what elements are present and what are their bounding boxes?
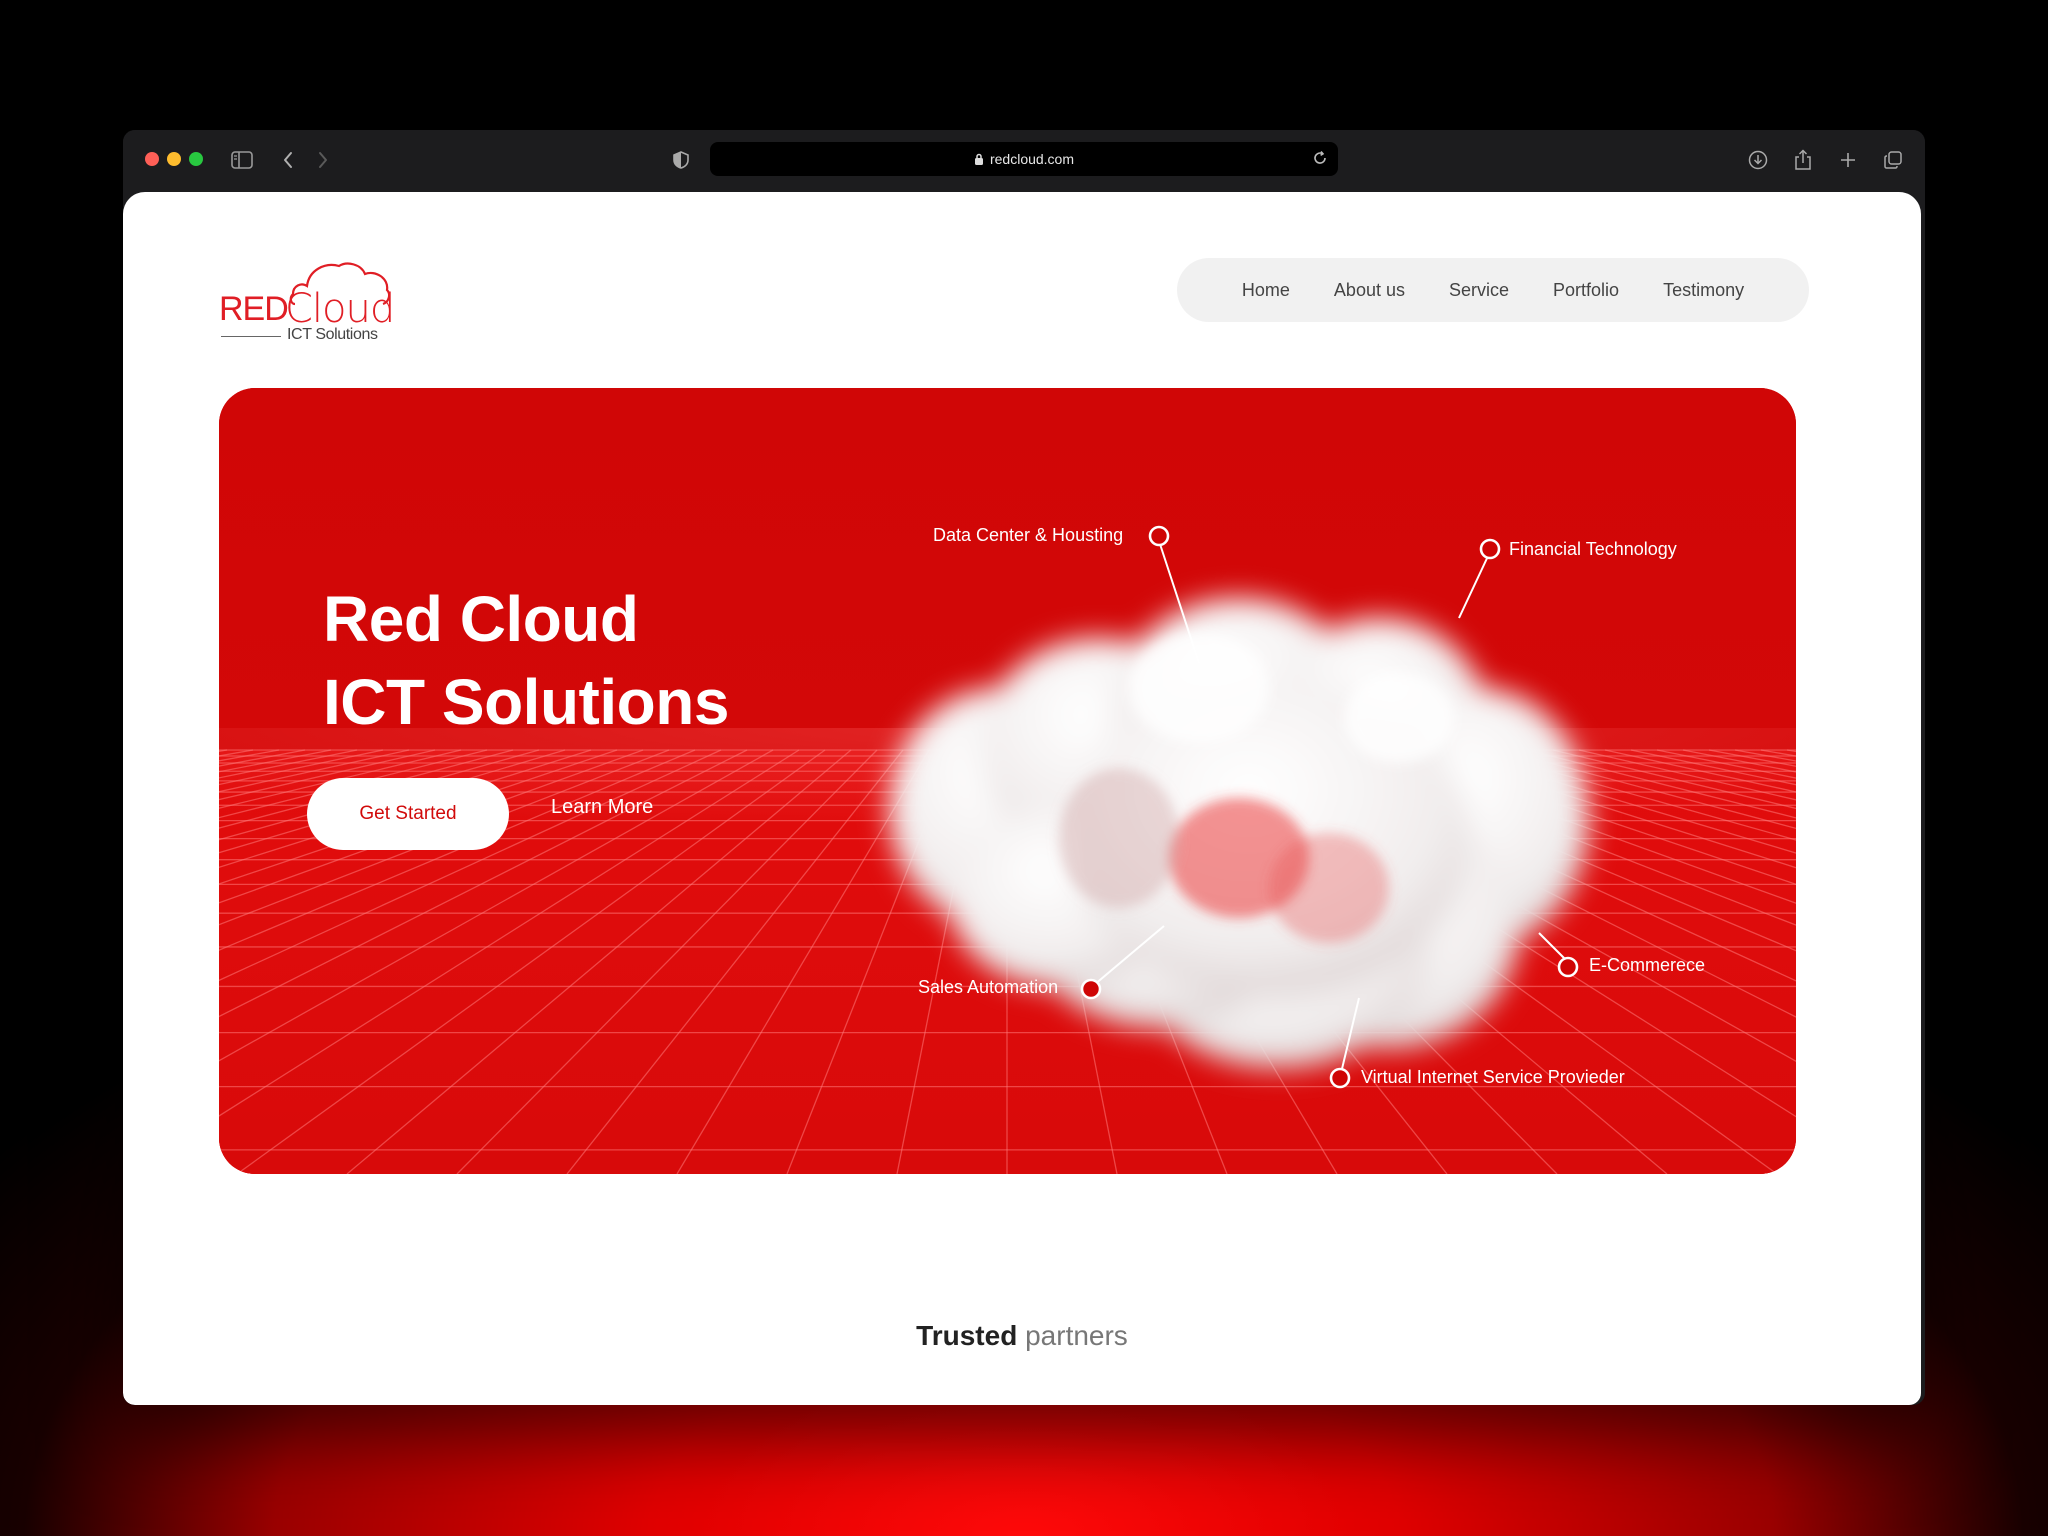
nav-testimony[interactable]: Testimony [1663, 280, 1744, 301]
sidebar-toggle-icon[interactable] [230, 148, 254, 172]
nav-home[interactable]: Home [1242, 280, 1290, 301]
web-page: RED Cloud ICT Solutions Home About us Se… [123, 192, 1921, 1405]
service-node-icon[interactable] [1080, 978, 1102, 1000]
minimize-window-button[interactable] [167, 152, 181, 166]
reload-icon[interactable] [1312, 150, 1328, 169]
privacy-shield-icon[interactable] [669, 148, 693, 172]
logo[interactable]: RED Cloud ICT Solutions [219, 260, 419, 350]
partners-heading-light: partners [1025, 1320, 1128, 1351]
logo-subtitle: ICT Solutions [287, 326, 378, 343]
browser-window: redcloud.com RED Cloud ICT Solutions Hom… [123, 130, 1925, 1405]
logo-divider [221, 336, 281, 337]
lock-icon [974, 153, 984, 166]
logo-word-red: RED [219, 290, 289, 328]
service-label-sales-automation[interactable]: Sales Automation [918, 977, 1058, 998]
forward-icon[interactable] [311, 148, 335, 172]
nav-portfolio[interactable]: Portfolio [1553, 280, 1619, 301]
zoom-window-button[interactable] [189, 152, 203, 166]
tab-overview-icon[interactable] [1881, 148, 1905, 172]
nav-about-us[interactable]: About us [1334, 280, 1405, 301]
service-label-e-commerce[interactable]: E-Commerece [1589, 955, 1705, 976]
service-node-icon[interactable] [1148, 525, 1170, 547]
partners-heading-bold: Trusted [916, 1320, 1018, 1351]
trusted-partners-heading: Trusted partners [123, 1320, 1921, 1352]
service-node-icon[interactable] [1329, 1067, 1351, 1089]
service-label-fintech[interactable]: Financial Technology [1509, 539, 1677, 560]
browser-toolbar: redcloud.com [123, 130, 1925, 190]
downloads-icon[interactable] [1746, 148, 1770, 172]
share-icon[interactable] [1791, 148, 1815, 172]
service-label-data-center[interactable]: Data Center & Housting [933, 525, 1123, 546]
address-bar[interactable]: redcloud.com [710, 142, 1338, 176]
back-icon[interactable] [276, 148, 300, 172]
main-nav: Home About us Service Portfolio Testimon… [1177, 258, 1809, 322]
service-node-icon[interactable] [1479, 538, 1501, 560]
hero-banner: Red Cloud ICT Solutions Get Started Lear… [219, 388, 1796, 1174]
new-tab-icon[interactable] [1836, 148, 1860, 172]
service-label-visp[interactable]: Virtual Internet Service Provieder [1361, 1067, 1625, 1088]
nav-service[interactable]: Service [1449, 280, 1509, 301]
service-node-icon[interactable] [1557, 956, 1579, 978]
url-text: redcloud.com [989, 151, 1075, 167]
cloud-illustration [889, 525, 1589, 1089]
close-window-button[interactable] [145, 152, 159, 166]
